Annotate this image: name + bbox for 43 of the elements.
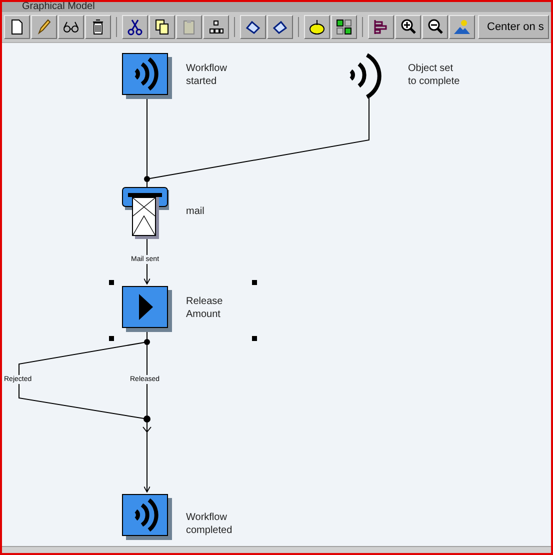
broadcast-event-icon[interactable] bbox=[122, 494, 172, 540]
insert-button[interactable] bbox=[304, 15, 330, 39]
center-button[interactable]: Center on s bbox=[478, 15, 549, 39]
blocks-icon bbox=[207, 18, 225, 36]
paste-button[interactable] bbox=[176, 15, 202, 39]
pot-icon bbox=[308, 18, 326, 36]
selection-handles[interactable] bbox=[109, 280, 257, 341]
junction-dot bbox=[144, 416, 150, 422]
grid-icon bbox=[335, 18, 353, 36]
zoom-in-button[interactable] bbox=[395, 15, 421, 39]
cut-button[interactable] bbox=[122, 15, 148, 39]
redo-button[interactable] bbox=[267, 15, 293, 39]
align-icon bbox=[372, 18, 390, 36]
node-label: Release Amount bbox=[186, 295, 223, 321]
delete-button[interactable] bbox=[85, 15, 111, 39]
scissors-icon bbox=[126, 18, 144, 36]
display-button[interactable] bbox=[58, 15, 84, 39]
mail-step-icon[interactable] bbox=[122, 187, 169, 239]
pencil-icon bbox=[35, 18, 53, 36]
new-button[interactable] bbox=[4, 15, 30, 39]
layout-button[interactable] bbox=[203, 15, 229, 39]
zoom-out-icon bbox=[426, 18, 444, 36]
node-label: Workflow started bbox=[186, 62, 227, 88]
node-label: Object set to complete bbox=[408, 62, 460, 88]
copy-icon bbox=[153, 18, 171, 36]
window-title: Graphical Model bbox=[22, 2, 95, 12]
undo-button[interactable] bbox=[240, 15, 266, 39]
junction-dot bbox=[144, 339, 150, 345]
edit-button[interactable] bbox=[31, 15, 57, 39]
broadcast-event-icon[interactable] bbox=[122, 53, 172, 99]
node-label: Workflow completed bbox=[186, 511, 232, 537]
copy-button[interactable] bbox=[149, 15, 175, 39]
node-label: mail bbox=[186, 205, 204, 218]
junction-dot bbox=[144, 176, 150, 182]
align-button[interactable] bbox=[368, 15, 394, 39]
broadcast-waves-icon[interactable] bbox=[350, 53, 382, 99]
activity-play-icon[interactable] bbox=[122, 286, 172, 332]
picture-button[interactable] bbox=[449, 15, 475, 39]
zoom-in-icon bbox=[399, 18, 417, 36]
arrow-tick-icon bbox=[142, 426, 152, 433]
mountain-icon bbox=[453, 18, 471, 36]
zoom-out-button[interactable] bbox=[422, 15, 448, 39]
overview-button[interactable] bbox=[331, 15, 357, 39]
